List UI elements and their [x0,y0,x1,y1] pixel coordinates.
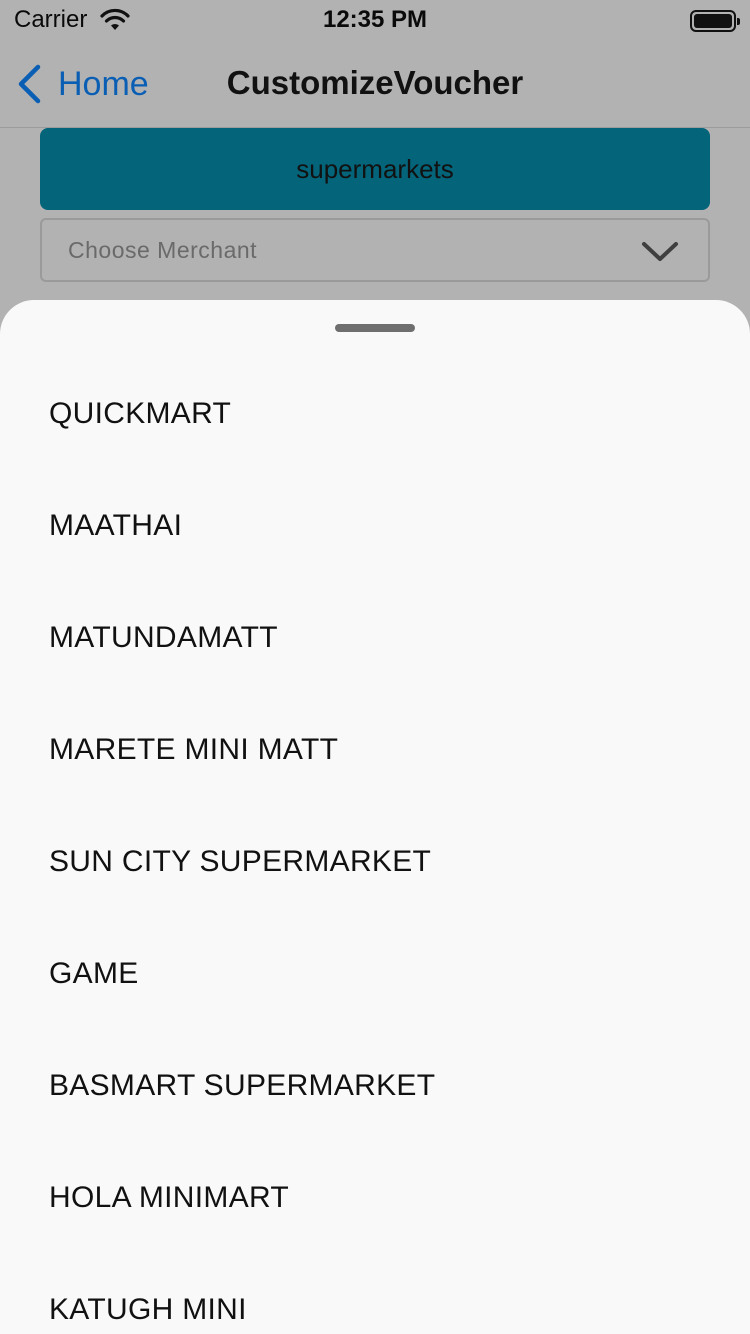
merchant-option[interactable]: KATUGH MINI [0,1254,750,1334]
page-title: CustomizeVoucher [226,64,524,101]
category-label: supermarkets [296,153,454,184]
sheet-grabber-handle[interactable] [335,324,415,332]
merchant-option[interactable]: SUN CITY SUPERMARKET [0,806,750,918]
merchant-option[interactable]: QUICKMART [0,358,750,470]
merchant-option[interactable]: MAATHAI [0,470,750,582]
navigation-bar: Home CustomizeVoucher [0,40,750,128]
status-bar: Carrier 12:35 PM [0,0,750,40]
merchant-option[interactable]: GAME [0,918,750,1030]
clock: 12:35 PM [322,6,428,33]
category-button[interactable]: supermarkets [40,128,710,210]
chevron-down-icon [642,242,678,261]
merchant-option[interactable]: MATUNDAMATT [0,582,750,694]
merchant-option[interactable]: BASMART SUPERMARKET [0,1030,750,1142]
merchant-picker-sheet: QUICKMART MAATHAI MATUNDAMATT MARETE MIN… [0,300,750,1334]
merchant-option[interactable]: HOLA MINIMART [0,1142,750,1254]
merchant-dropdown[interactable]: Choose Merchant [40,218,710,282]
merchant-option-list: QUICKMART MAATHAI MATUNDAMATT MARETE MIN… [0,358,750,1334]
merchant-option[interactable]: MARETE MINI MATT [0,694,750,806]
battery-icon [690,10,740,32]
merchant-placeholder: Choose Merchant [68,236,258,263]
screen: Carrier 12:35 PM Home CustomizeVoucher s… [0,0,750,1334]
